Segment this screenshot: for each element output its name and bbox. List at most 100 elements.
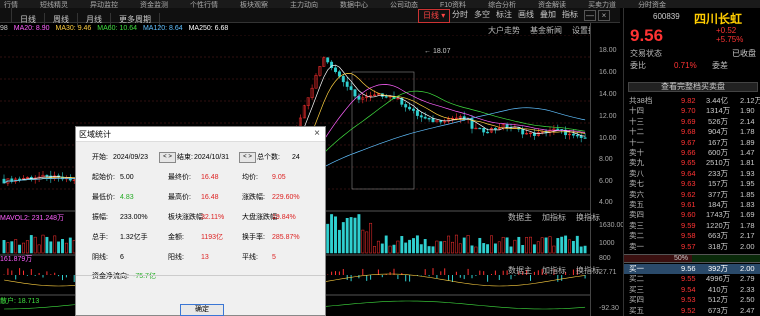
book-extra: 2.00 bbox=[740, 241, 755, 251]
price-tick: 12.00 bbox=[599, 113, 617, 120]
bid-level[interactable]: 买一 9.56 392万 2.00 bbox=[624, 264, 760, 274]
vol-data-button[interactable]: 数据主 bbox=[508, 213, 532, 222]
price-tick: 10.00 bbox=[599, 135, 617, 142]
volume-bar bbox=[361, 229, 365, 254]
period-label: 日线 bbox=[423, 11, 439, 20]
tab-draw[interactable]: 画线 bbox=[518, 8, 534, 22]
candle-body bbox=[18, 178, 22, 180]
candle-body bbox=[404, 104, 408, 108]
price-tick: 4.00 bbox=[599, 199, 613, 206]
tab-overlay[interactable]: 叠加 bbox=[540, 8, 556, 22]
ma-legend: 98 MA20: 8.90 MA30: 9.46 MA60: 10.64 MA1… bbox=[0, 25, 228, 35]
volume-bar bbox=[536, 241, 540, 254]
close-icon[interactable]: × bbox=[314, 128, 320, 139]
dialog-divider bbox=[76, 275, 325, 276]
volume-bar bbox=[458, 243, 462, 254]
ask-level[interactable]: 卖二 9.58 663万 2.17 bbox=[624, 231, 760, 241]
book-price: 9.68 bbox=[681, 127, 696, 137]
ind-add-button[interactable]: 加指标 bbox=[542, 266, 566, 275]
bid-level[interactable]: 买五 9.52 673万 2.47 bbox=[624, 306, 760, 316]
vol-tick: 1630.00 bbox=[599, 222, 625, 229]
ask-level[interactable]: 卖六 9.62 377万 1.85 bbox=[624, 190, 760, 200]
volume-bar bbox=[45, 236, 49, 254]
period-dropdown[interactable]: 日线 ▾ bbox=[418, 9, 451, 23]
volume-bar bbox=[337, 229, 341, 254]
date-row: 开始: 2024/09/23 < > 结束: 2024/10/31 < > 总个… bbox=[76, 148, 325, 168]
vol-add-button[interactable]: 加指标 bbox=[542, 213, 566, 222]
status-label: 交易状态 bbox=[630, 49, 662, 58]
volume-bar bbox=[571, 240, 575, 254]
candle-body bbox=[349, 86, 353, 90]
stat-row: 振幅: 233.00% 板块涨跌幅: 32.11% 大盘涨跌幅: 19.84% bbox=[76, 208, 325, 228]
tab-timeshare[interactable]: 分时 bbox=[452, 8, 468, 22]
ask-level[interactable]: 卖八 9.64 233万 1.93 bbox=[624, 169, 760, 179]
bid-level[interactable]: 买三 9.54 410万 2.33 bbox=[624, 285, 760, 295]
candle-body bbox=[326, 57, 330, 63]
stat-c: 285.87% bbox=[272, 234, 300, 241]
book-label: 卖六 bbox=[629, 189, 644, 199]
ind-switch-button[interactable]: 换指标 bbox=[576, 266, 600, 275]
tab-big-trend[interactable]: 大户走势 bbox=[488, 26, 520, 35]
stat-row: 最低价: 4.83 最高价: 16.48 涨跌幅: 229.60% bbox=[76, 188, 325, 208]
volume-bar bbox=[493, 243, 497, 254]
ask-level[interactable]: 十一 9.67 167万 1.89 bbox=[624, 138, 760, 148]
ok-button[interactable]: 确定 bbox=[180, 304, 224, 316]
selection-box bbox=[351, 71, 415, 190]
volume-bar bbox=[376, 240, 380, 254]
tab-mark[interactable]: 标注 bbox=[496, 8, 512, 22]
ask-level[interactable]: 共38档 9.82 3.44亿 2.12万 bbox=[624, 96, 760, 106]
volume-bar bbox=[544, 237, 548, 254]
candle-body bbox=[423, 116, 427, 119]
book-extra: 2.00 bbox=[740, 264, 755, 273]
stat-c: 229.60% bbox=[272, 194, 300, 201]
close-icon[interactable]: × bbox=[598, 10, 610, 21]
stat-row: 总手: 1.32亿手 金额: 1193亿 换手率: 285.87% bbox=[76, 228, 325, 248]
full-book-button[interactable]: 查看完整档买卖盘 bbox=[628, 82, 758, 92]
menu-toggle[interactable] bbox=[0, 8, 12, 22]
candle-body bbox=[505, 124, 509, 128]
candle-body bbox=[353, 89, 357, 97]
book-label: 十四 bbox=[629, 106, 644, 116]
tab-indicator[interactable]: 指标 bbox=[562, 8, 578, 22]
shift-right-button[interactable]: < > bbox=[239, 152, 256, 163]
ind-series-label: 161.879万 bbox=[0, 256, 33, 263]
ask-level[interactable]: 卖五 9.61 184万 1.83 bbox=[624, 200, 760, 210]
volume-bar bbox=[462, 237, 466, 254]
volume-bar bbox=[583, 245, 587, 254]
end-label: 结束: bbox=[177, 154, 193, 161]
volume-bar bbox=[396, 240, 400, 254]
book-label: 卖三 bbox=[629, 220, 644, 230]
shift-left-button[interactable]: < > bbox=[159, 152, 176, 163]
ask-level[interactable]: 卖一 9.57 318万 2.00 bbox=[624, 242, 760, 252]
ask-level[interactable]: 卖四 9.60 1743万 1.69 bbox=[624, 210, 760, 220]
ind-data-button[interactable]: 数据主 bbox=[508, 266, 532, 275]
change-value: +0.52 bbox=[716, 26, 737, 35]
minimize-icon[interactable]: — bbox=[584, 10, 596, 21]
bid-level[interactable]: 买四 9.53 512万 2.50 bbox=[624, 295, 760, 305]
book-extra: 1.47 bbox=[740, 148, 755, 157]
ask-level[interactable]: 卖十 9.66 600万 1.47 bbox=[624, 148, 760, 158]
volume-bar bbox=[380, 243, 384, 254]
count-label: 总个数: bbox=[257, 154, 280, 161]
ask-level[interactable]: 卖七 9.63 157万 1.95 bbox=[624, 179, 760, 189]
volume-bar bbox=[61, 239, 64, 254]
tab-fund-news[interactable]: 基金新闻 bbox=[530, 26, 562, 35]
volume-bar bbox=[330, 214, 334, 254]
tab-longshort[interactable]: 多空 bbox=[474, 8, 490, 22]
ask-level[interactable]: 十四 9.70 1314万 1.90 bbox=[624, 106, 760, 116]
volume-bar bbox=[474, 246, 478, 254]
book-price: 9.66 bbox=[681, 148, 696, 157]
book-label: 十一 bbox=[629, 137, 644, 147]
ask-level[interactable]: 卖九 9.65 2510万 1.81 bbox=[624, 158, 760, 168]
ask-level[interactable]: 十三 9.69 526万 2.14 bbox=[624, 117, 760, 127]
ask-level[interactable]: 十二 9.68 904万 1.78 bbox=[624, 127, 760, 137]
volume-bar bbox=[341, 222, 345, 254]
vol-switch-button[interactable]: 换指标 bbox=[576, 213, 600, 222]
book-vol: 600万 bbox=[707, 148, 728, 157]
ask-level[interactable]: 卖三 9.59 1220万 1.78 bbox=[624, 221, 760, 231]
bid-level[interactable]: 买二 9.55 4996万 2.79 bbox=[624, 274, 760, 284]
volume-bar bbox=[423, 239, 427, 254]
book-price: 9.67 bbox=[681, 137, 696, 147]
candle-body bbox=[384, 96, 388, 98]
stat-a-label: 总手: bbox=[92, 234, 108, 241]
